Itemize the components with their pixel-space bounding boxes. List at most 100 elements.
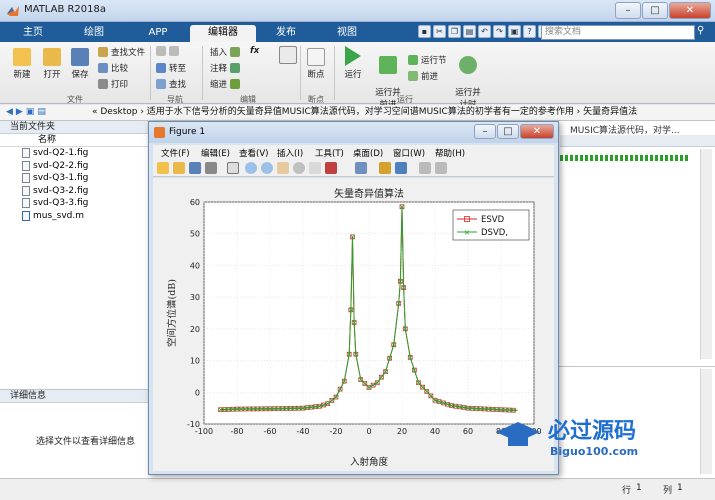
find-files-icon (98, 47, 108, 57)
file-item[interactable]: svd-Q3-2.fig (0, 185, 159, 198)
x-tick-label: -20 (329, 427, 342, 436)
run-icon (345, 46, 361, 66)
m-file-icon (22, 210, 30, 221)
search-icon[interactable]: ⚲ (697, 25, 711, 39)
figure-close-button[interactable]: ✕ (520, 124, 554, 139)
comment-button[interactable]: 注释 (210, 62, 241, 74)
fig-file-icon (22, 148, 30, 159)
menu-tools[interactable]: 工具(T) (315, 147, 344, 159)
row-label: 行 (622, 486, 632, 496)
show-tools-icon[interactable] (435, 162, 447, 174)
find-files-label: 查找文件 (111, 48, 146, 58)
menu-window[interactable]: 窗口(W) (393, 147, 425, 159)
file-item[interactable]: svd-Q3-1.fig (0, 172, 159, 185)
maximize-button[interactable]: □ (642, 2, 668, 19)
tab-publish[interactable]: 发布 (260, 25, 312, 42)
comment-icon (230, 63, 241, 73)
menu-insert[interactable]: 插入(I) (277, 147, 303, 159)
editor-scrollbar[interactable] (700, 149, 712, 359)
goto-button[interactable]: 转至 (156, 62, 186, 74)
ribbon-divider (300, 46, 301, 100)
find-files-button[interactable]: 查找文件 (98, 46, 145, 58)
name-column-header[interactable]: 名称 (0, 134, 159, 147)
open-folder-icon (43, 48, 61, 66)
undo-icon[interactable]: ↶ (478, 25, 491, 38)
find-button[interactable]: 查找 (156, 78, 186, 90)
chart-title: 矢量奇异值算法 (334, 187, 404, 200)
compare-icon (98, 63, 108, 73)
menu-edit[interactable]: 编辑(E) (201, 147, 230, 159)
y-axis-label: 空间方位谱(dB) (166, 279, 178, 347)
menu-view[interactable]: 查看(V) (239, 147, 268, 159)
figure-maximize-button[interactable]: □ (497, 124, 519, 139)
minimize-button[interactable]: – (615, 2, 641, 19)
save-icon[interactable]: ▪ (418, 25, 431, 38)
run-button[interactable]: 运行 (340, 46, 366, 80)
close-button[interactable]: ✕ (669, 2, 711, 19)
menu-help[interactable]: 帮助(H) (435, 147, 465, 159)
back-forward-buttons[interactable] (156, 46, 179, 56)
tab-plots[interactable]: 绘图 (62, 25, 126, 42)
hide-tools-icon[interactable] (419, 162, 431, 174)
pointer-icon[interactable] (227, 162, 239, 174)
quick-access-toolbar: ▪ ✂ ❐ ▤ ↶ ↷ ▣ ? ▾ (418, 25, 551, 38)
print-button[interactable]: 打印 (98, 78, 128, 90)
link-plot-icon[interactable] (355, 162, 367, 174)
breakpoints-button[interactable]: 断点 (304, 48, 328, 80)
file-item[interactable]: svd-Q2-2.fig (0, 160, 159, 173)
tab-editor[interactable]: 编辑器 (190, 25, 256, 42)
compare-button[interactable]: 比较 (98, 62, 128, 74)
figure-minimize-button[interactable]: – (474, 124, 496, 139)
paste-icon[interactable]: ▤ (463, 25, 476, 38)
file-item[interactable]: mus_svd.m (0, 210, 159, 223)
title-bar: MATLAB R2018a – □ ✕ (0, 0, 715, 22)
search-docs-input[interactable]: 搜索文档 (541, 25, 695, 40)
open-file-icon[interactable] (173, 162, 185, 174)
save-button[interactable]: 保存 (68, 48, 92, 80)
redo-icon[interactable]: ↷ (493, 25, 506, 38)
zoom-in-icon[interactable] (245, 162, 257, 174)
run-and-time-button[interactable]: 运行并 计时 (452, 46, 484, 110)
tab-home[interactable]: 主页 (8, 25, 58, 42)
legend-icon[interactable] (395, 162, 407, 174)
tab-view[interactable]: 视图 (318, 25, 376, 42)
help-icon[interactable]: ? (523, 25, 536, 38)
print-figure-icon[interactable] (205, 162, 217, 174)
new-figure-icon[interactable] (157, 162, 169, 174)
cut-icon[interactable]: ✂ (433, 25, 446, 38)
colorbar-icon[interactable] (379, 162, 391, 174)
address-bar[interactable]: ◀▶▣▤ « Desktop › 适用于水下信号分析的矢量奇异值MUSIC算法源… (0, 105, 715, 121)
advance-button[interactable]: 前进 (408, 70, 438, 82)
y-tick-label: 0 (195, 388, 200, 397)
tab-apps[interactable]: APP (130, 25, 186, 42)
run-section-button[interactable]: 运行节 (408, 54, 447, 66)
file-item[interactable]: svd-Q3-3.fig (0, 197, 159, 210)
new-button[interactable]: 新建 (10, 48, 34, 80)
copy-icon[interactable]: ❐ (448, 25, 461, 38)
fx-button[interactable]: fx (250, 46, 259, 56)
menu-desktop[interactable]: 桌面(D) (353, 147, 383, 159)
figure-title-bar[interactable]: Figure 1 – □ ✕ (149, 122, 558, 143)
brush-icon[interactable] (325, 162, 337, 174)
compare-label: 比较 (111, 64, 129, 74)
zoom-out-icon[interactable] (261, 162, 273, 174)
pan-icon[interactable] (277, 162, 289, 174)
y-tick-label: 50 (190, 230, 200, 239)
data-cursor-icon[interactable] (309, 162, 321, 174)
save-figure-icon[interactable] (189, 162, 201, 174)
file-item[interactable]: svd-Q2-1.fig (0, 147, 159, 160)
current-folder-path[interactable]: « Desktop › 适用于水下信号分析的矢量奇异值MUSIC算法源代码，对学… (92, 105, 637, 120)
indent-button[interactable]: 缩进 (210, 78, 241, 90)
menu-file[interactable]: 文件(F) (161, 147, 190, 159)
nav-arrows-icon[interactable]: ◀▶▣▤ (6, 105, 49, 120)
switch-window-icon[interactable]: ▣ (508, 25, 521, 38)
edit-more-button[interactable] (278, 46, 298, 66)
details-header: 详细信息 (0, 390, 160, 403)
open-button[interactable]: 打开 (40, 48, 64, 80)
y-tick-label: 20 (190, 325, 200, 334)
advance-icon (408, 71, 418, 81)
rotate-icon[interactable] (293, 162, 305, 174)
col-label: 列 (663, 486, 673, 496)
insert-button[interactable]: 插入 (210, 46, 241, 58)
file-name: svd-Q3-3.fig (33, 198, 89, 209)
